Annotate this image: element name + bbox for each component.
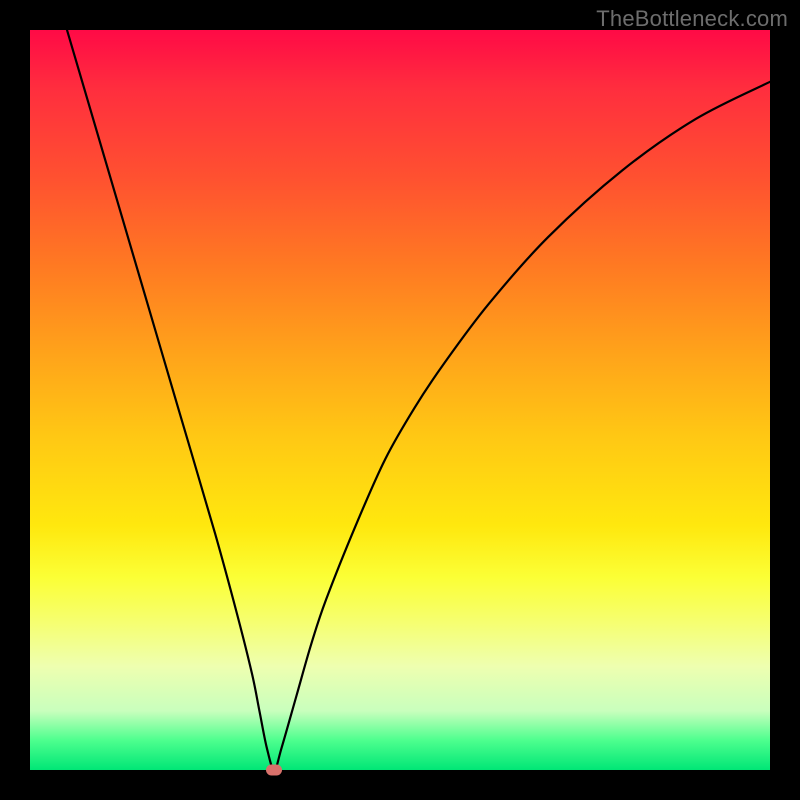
chart-frame: TheBottleneck.com xyxy=(0,0,800,800)
plot-area xyxy=(30,30,770,770)
bottleneck-curve xyxy=(67,30,770,770)
curve-svg xyxy=(30,30,770,770)
minimum-marker xyxy=(266,765,282,776)
watermark-text: TheBottleneck.com xyxy=(596,6,788,32)
